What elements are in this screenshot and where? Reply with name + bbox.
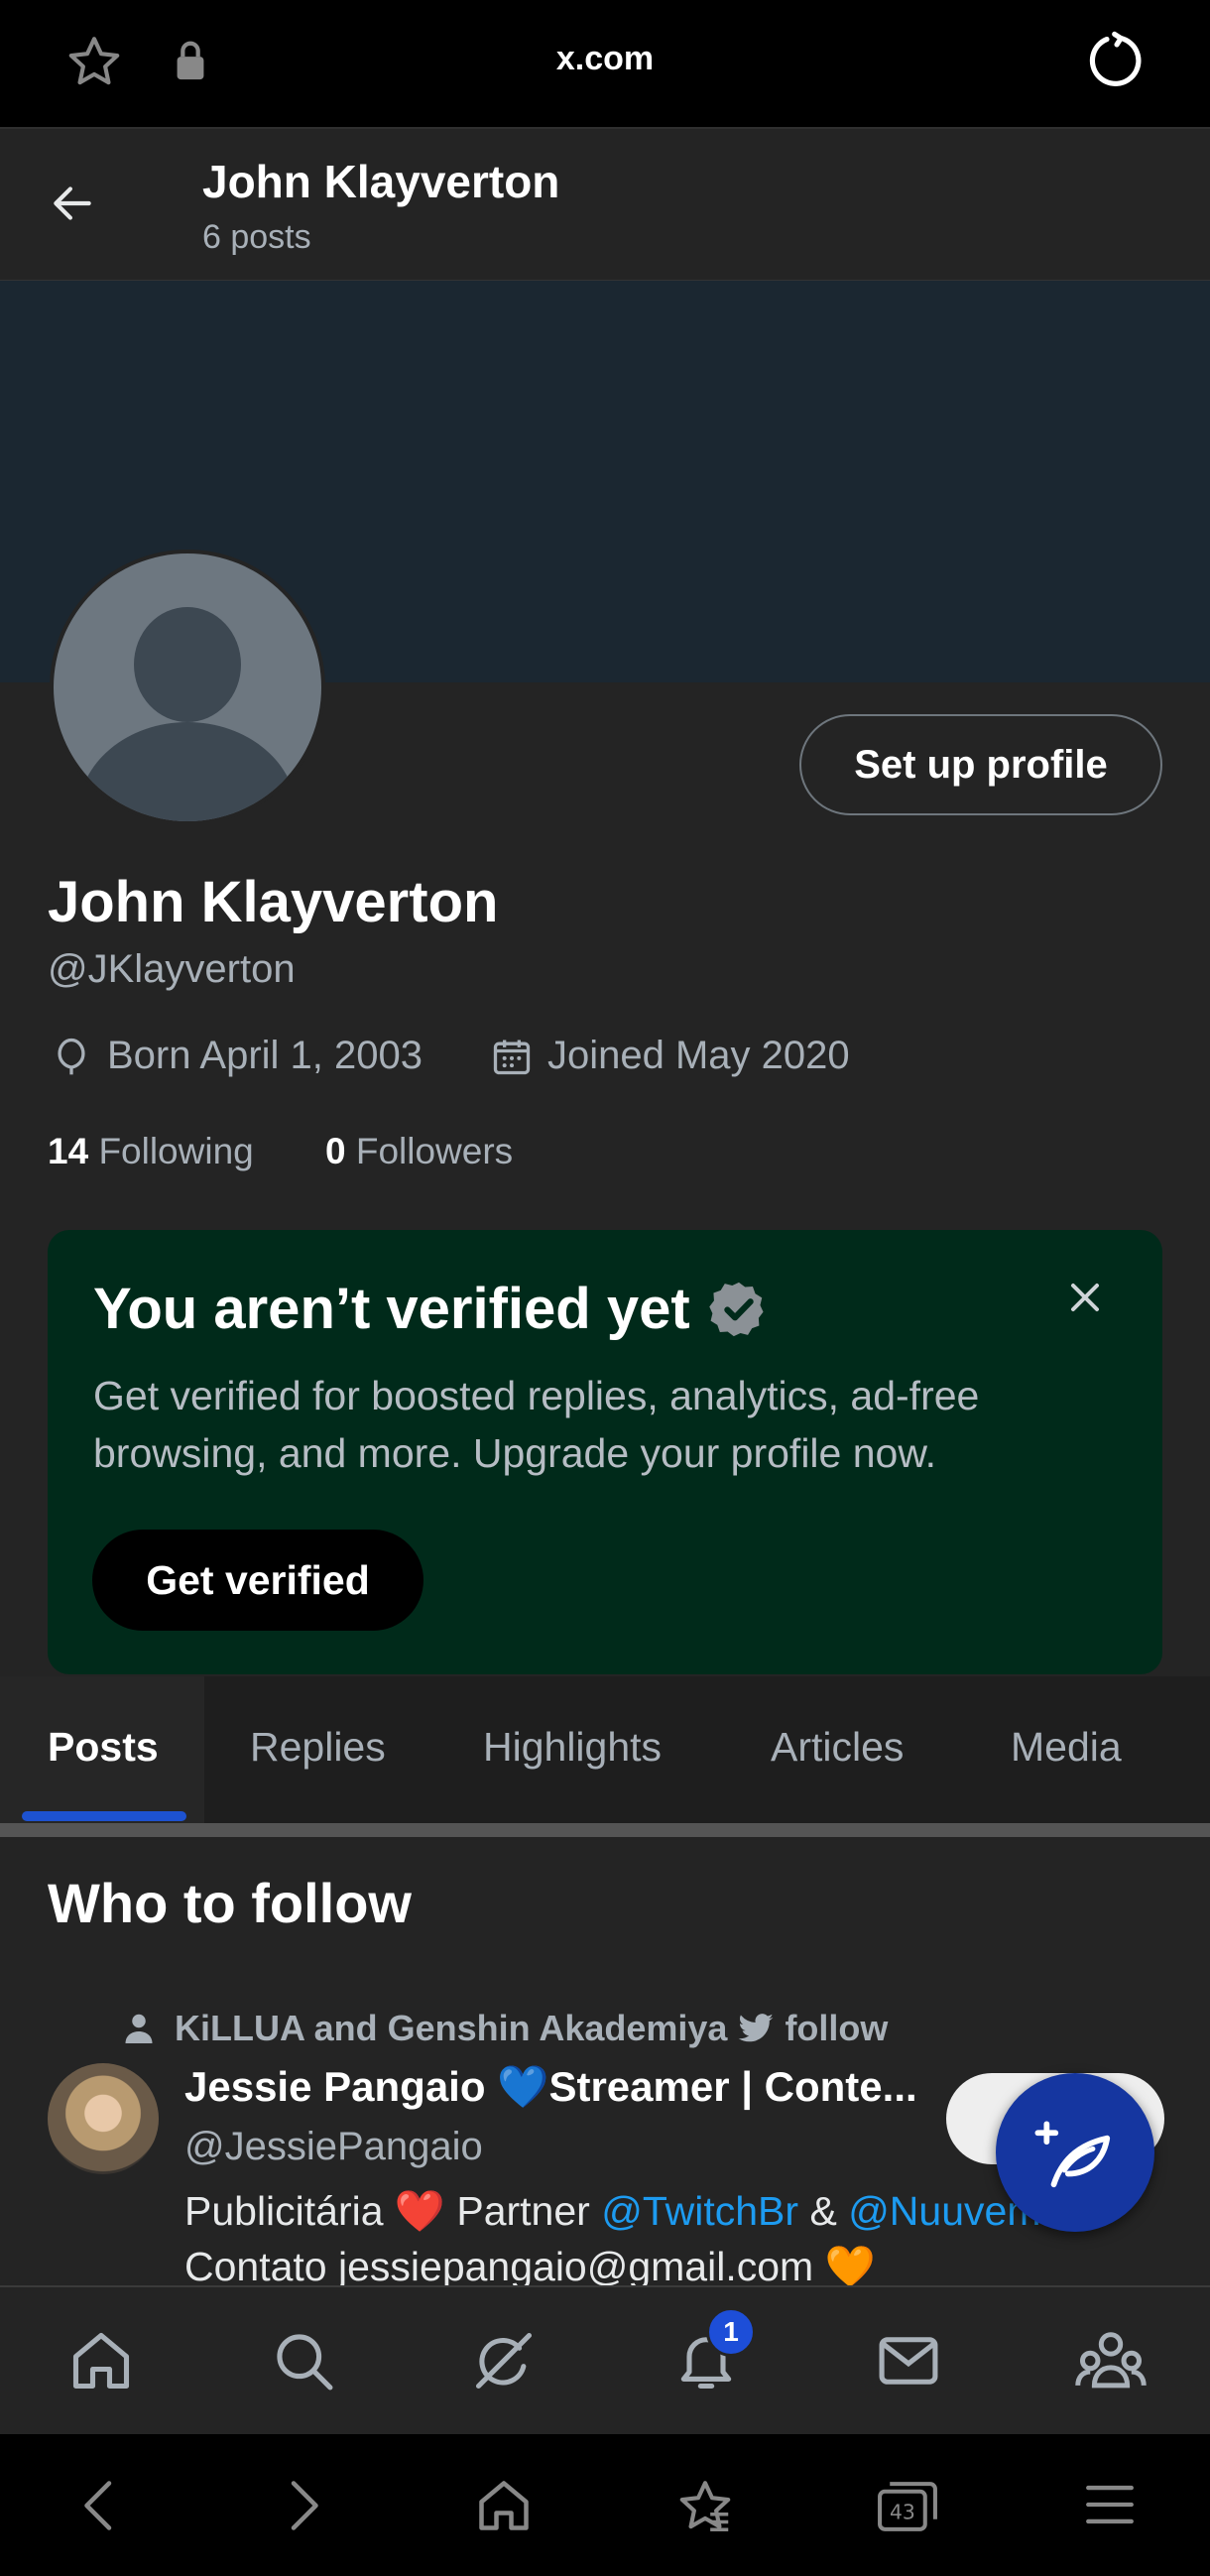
context-text: KiLLUA and Genshin Akademiya <box>175 2008 728 2048</box>
browser-top-bar: x.com <box>0 0 1210 129</box>
bio-mention-link[interactable]: @TwitchBr <box>601 2188 798 2234</box>
suggested-user-bio-line2: Contato jessiepangaio@gmail.com 🧡 <box>184 2244 876 2289</box>
browser-home-icon[interactable] <box>474 2476 534 2540</box>
verification-card: You aren’t verified yet Get verified for… <box>48 1230 1162 1674</box>
suggestion-context: KiLLUA and Genshin Akademiya follow <box>121 2008 888 2049</box>
following-link[interactable]: 14 Following <box>48 1131 254 1172</box>
verify-title-text: You aren’t verified yet <box>93 1277 690 1341</box>
suggested-user-name[interactable]: Jessie Pangaio 💙Streamer | Conte... <box>184 2063 917 2112</box>
bird-icon <box>739 2014 774 2042</box>
browser-bookmarks-icon[interactable] <box>674 2476 736 2542</box>
compose-feather-icon <box>1034 2121 1111 2188</box>
bottom-navigation <box>0 2285 1210 2434</box>
setup-profile-button[interactable]: Set up profile <box>799 714 1162 815</box>
messages-envelope-icon[interactable] <box>875 2327 942 2399</box>
notification-badge: 1 <box>706 2307 756 2357</box>
followers-label: Followers <box>355 1131 514 1171</box>
joined-text: Joined May 2020 <box>547 1034 850 1077</box>
browser-tabs-icon[interactable]: 43 <box>875 2476 940 2542</box>
followers-link[interactable]: 0 Followers <box>325 1131 513 1172</box>
search-icon[interactable] <box>270 2327 337 2399</box>
tabs-count: 43 <box>890 2501 915 2524</box>
balloon-icon <box>58 1038 85 1074</box>
get-verified-button[interactable]: Get verified <box>92 1530 424 1631</box>
compose-post-button[interactable] <box>996 2073 1154 2232</box>
active-tab-indicator <box>22 1811 186 1821</box>
calendar-icon <box>493 1040 531 1074</box>
profile-tabs: Posts Replies Highlights Articles Media <box>0 1676 1210 1837</box>
home-icon[interactable] <box>67 2327 135 2399</box>
verify-title: You aren’t verified yet <box>93 1276 770 1342</box>
profile-header: John Klayverton 6 posts <box>0 129 1210 281</box>
tab-highlights[interactable]: Highlights <box>483 1724 662 1771</box>
grok-icon[interactable] <box>470 2327 538 2399</box>
verified-badge-icon <box>708 1282 764 1336</box>
following-label: Following <box>98 1131 254 1171</box>
url-bar[interactable]: x.com <box>0 40 1210 78</box>
tabs-divider <box>0 1823 1210 1837</box>
suggested-user-bio: Publicitária ❤️ Partner @TwitchBr & @Nuu… <box>184 2188 1040 2236</box>
tab-replies[interactable]: Replies <box>250 1724 386 1771</box>
joined-info: Joined May 2020 <box>490 1034 850 1078</box>
bio-text: Publicitária ❤️ Partner <box>184 2188 602 2234</box>
browser-back-icon[interactable] <box>69 2476 129 2540</box>
header-post-count: 6 posts <box>202 218 311 256</box>
who-to-follow-title: Who to follow <box>48 1872 412 1934</box>
bio-text: & <box>798 2188 849 2234</box>
followers-count: 0 <box>325 1131 346 1171</box>
birthday-text: Born April 1, 2003 <box>107 1034 423 1077</box>
communities-icon[interactable] <box>1075 2327 1147 2399</box>
following-count: 14 <box>48 1131 89 1171</box>
tab-media[interactable]: Media <box>1011 1724 1122 1771</box>
suggested-user-avatar[interactable] <box>48 2063 159 2174</box>
close-icon[interactable] <box>1061 1274 1109 1326</box>
browser-forward-icon[interactable] <box>274 2476 333 2540</box>
browser-menu-icon[interactable] <box>1081 2476 1139 2538</box>
person-icon <box>125 2014 153 2043</box>
profile-handle: @JKlayverton <box>48 947 296 991</box>
tab-posts[interactable]: Posts <box>48 1724 159 1771</box>
tab-articles[interactable]: Articles <box>771 1724 904 1771</box>
birthday-info: Born April 1, 2003 <box>50 1034 423 1078</box>
default-avatar-icon <box>78 607 297 821</box>
verify-description: Get verified for boosted replies, analyt… <box>93 1373 980 1476</box>
suggested-user-handle: @JessiePangaio <box>184 2125 483 2168</box>
header-title: John Klayverton <box>202 156 560 207</box>
context-suffix: follow <box>785 2008 889 2048</box>
profile-name: John Klayverton <box>48 870 499 934</box>
browser-bottom-bar: 43 <box>0 2434 1210 2576</box>
back-arrow-icon[interactable] <box>48 179 97 233</box>
avatar[interactable] <box>50 550 325 825</box>
reload-icon[interactable] <box>1085 30 1147 96</box>
